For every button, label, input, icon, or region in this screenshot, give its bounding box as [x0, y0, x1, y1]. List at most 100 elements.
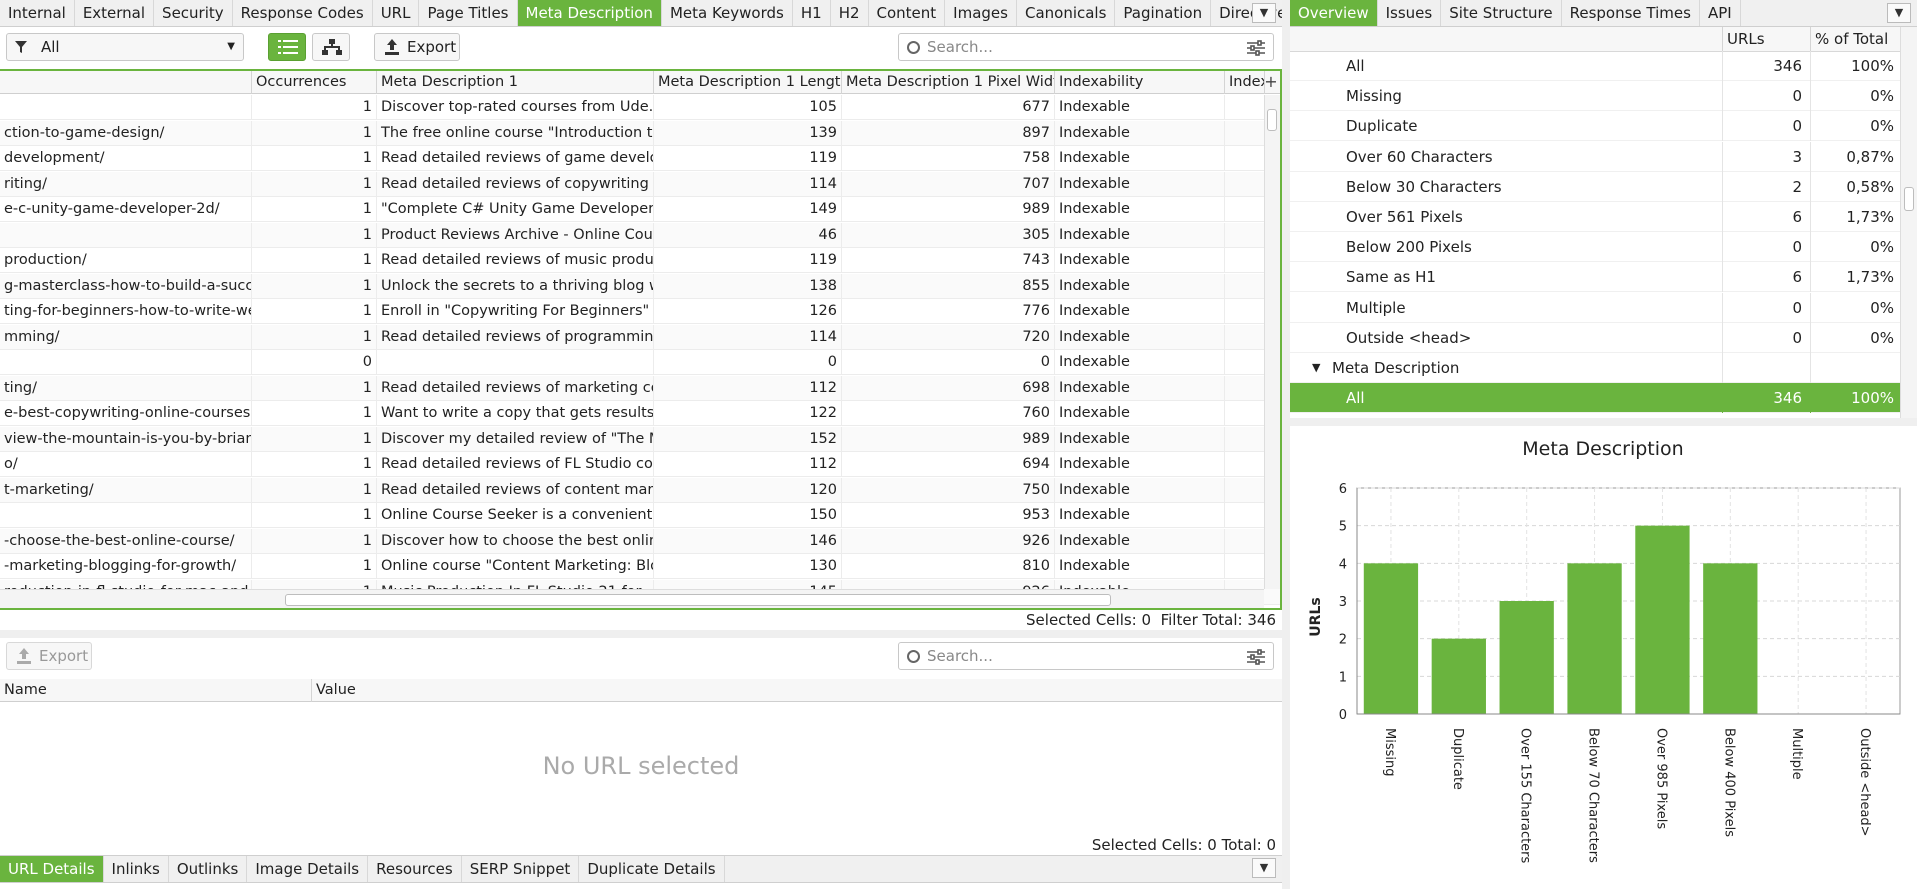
right-tabs-overflow-button[interactable]: ▼	[1887, 3, 1911, 23]
table-row[interactable]: production/1 Read detailed reviews of mus…	[0, 248, 1280, 273]
details-export-button[interactable]: Export	[6, 642, 92, 670]
tab-response-codes[interactable]: Response Codes	[233, 0, 373, 26]
overview-label: Below 30 Characters	[1346, 177, 1502, 196]
col-header-percent[interactable]: % of Total	[1810, 27, 1900, 52]
table-vertical-scrollbar[interactable]	[1264, 95, 1280, 589]
tab-meta-keywords[interactable]: Meta Keywords	[662, 0, 793, 26]
table-row[interactable]: ction-to-game-design/1 The free online co…	[0, 120, 1280, 146]
chart-bar-missing[interactable]	[1363, 563, 1419, 714]
right-tab-response-times[interactable]: Response Times	[1562, 0, 1700, 26]
col-header-indexability[interactable]: Indexability	[1055, 71, 1225, 94]
vertical-splitter[interactable]	[1282, 0, 1290, 889]
table-row[interactable]: mming/1 Read detailed reviews of programm…	[0, 324, 1280, 350]
chart-bar-over-155-characters[interactable]	[1499, 601, 1554, 714]
bottom-tab-url-details[interactable]: URL Details	[0, 856, 104, 882]
table-row[interactable]: -choose-the-best-online-course/1 Discover…	[0, 528, 1280, 554]
tab-security[interactable]: Security	[154, 0, 233, 26]
table-row[interactable]: riting/1 Read detailed reviews of copywri…	[0, 171, 1280, 197]
bottom-tab-resources[interactable]: Resources	[368, 856, 462, 882]
col-header-pixel-width[interactable]: Meta Description 1 Pixel Width	[842, 71, 1055, 94]
bottom-tabs-overflow-button[interactable]: ▼	[1252, 858, 1276, 878]
table-row[interactable]: 1 Discover top-rated courses from Ude... 1…	[0, 95, 1280, 120]
collapse-triangle-icon[interactable]: ▼	[1312, 353, 1320, 383]
tab-meta-description[interactable]: Meta Description	[517, 0, 662, 26]
horizontal-scroll-thumb[interactable]	[285, 594, 1111, 606]
table-row[interactable]: ting-for-beginners-how-to-write-we... 1 En…	[0, 299, 1280, 324]
table-row[interactable]: view-the-mountain-is-you-by-briann... 1 Di…	[0, 426, 1280, 452]
overview-row-below-30-characters[interactable]: Below 30 Characters 2 0,58%	[1290, 171, 1900, 202]
overview-row-selected-all[interactable]: All 346 100%	[1290, 383, 1900, 414]
address-cell: e-best-copywriting-online-courses-...	[0, 401, 252, 426]
tab-content[interactable]: Content	[869, 0, 946, 26]
tab-h1[interactable]: H1	[793, 0, 831, 26]
overview-row-duplicate[interactable]: Duplicate 0 0%	[1290, 111, 1900, 142]
details-search-input[interactable]: Search...	[898, 642, 1274, 670]
col-header-value[interactable]: Value	[312, 679, 1282, 702]
table-row[interactable]: o/1 Read detailed reviews of FL Studio co…	[0, 452, 1280, 477]
vertical-scroll-thumb[interactable]	[1267, 109, 1277, 131]
bottom-tab-duplicate-details[interactable]: Duplicate Details	[579, 856, 725, 882]
table-search-input[interactable]: Search...	[898, 33, 1274, 61]
col-header-length[interactable]: Meta Description 1 Length	[654, 71, 842, 94]
tab-pagination[interactable]: Pagination	[1115, 0, 1212, 26]
bottom-tab-outlinks[interactable]: Outlinks	[169, 856, 248, 882]
filter-dropdown[interactable]: All ▼	[6, 33, 244, 61]
list-view-button[interactable]	[268, 33, 306, 61]
table-row[interactable]: ting/1 Read detailed reviews of marketing…	[0, 375, 1280, 401]
right-tab-issues[interactable]: Issues	[1378, 0, 1442, 26]
horizontal-splitter[interactable]	[0, 630, 1282, 638]
overview-row-below-200-pixels[interactable]: Below 200 Pixels 0 0%	[1290, 232, 1900, 263]
chart-bar-below-400-pixels[interactable]	[1703, 563, 1758, 714]
col-header-address[interactable]	[0, 71, 252, 94]
col-header-occurrences[interactable]: Occurrences	[252, 71, 377, 94]
overview-group-meta-description[interactable]: ▼ Meta Description	[1290, 353, 1900, 383]
col-header-meta-description[interactable]: Meta Description 1	[377, 71, 654, 94]
col-header-index-status[interactable]: Index	[1225, 71, 1265, 94]
tab-canonicals[interactable]: Canonicals	[1017, 0, 1116, 26]
bottom-tab-serp-snippet[interactable]: SERP Snippet	[462, 856, 580, 882]
add-column-icon[interactable]: +	[1262, 71, 1280, 94]
table-horizontal-scrollbar[interactable]	[0, 589, 1264, 608]
right-tab-overview[interactable]: Overview	[1290, 0, 1378, 26]
chart-bar-below-70-characters[interactable]	[1567, 563, 1622, 714]
tab-h2[interactable]: H2	[831, 0, 869, 26]
col-header-urls[interactable]: URLs	[1722, 27, 1810, 52]
right-tab-site-structure[interactable]: Site Structure	[1441, 0, 1562, 26]
col-header-name[interactable]: Name	[0, 679, 312, 702]
overview-row-outside-head[interactable]: Outside <head> 0 0%	[1290, 322, 1900, 353]
table-row[interactable]: 1 Product Reviews Archive - Online Cour..…	[0, 222, 1280, 248]
tab-external[interactable]: External	[75, 0, 155, 26]
bottom-tab-image-details[interactable]: Image Details	[247, 856, 369, 882]
chart-bar-over-985-pixels[interactable]	[1635, 525, 1690, 714]
tab-images[interactable]: Images	[945, 0, 1017, 26]
tab-internal[interactable]: Internal	[0, 0, 75, 26]
bottom-tab-inlinks[interactable]: Inlinks	[104, 856, 169, 882]
overview-row-over-561-pixels[interactable]: Over 561 Pixels 6 1,73%	[1290, 202, 1900, 232]
overview-row-multiple[interactable]: Multiple 0 0%	[1290, 292, 1900, 323]
overview-scroll-thumb[interactable]	[1904, 187, 1914, 211]
chart-bar-duplicate[interactable]	[1431, 638, 1486, 714]
tabs-overflow-button[interactable]: ▼	[1252, 3, 1276, 23]
search-options-icon[interactable]	[1247, 649, 1265, 665]
tree-view-button[interactable]	[312, 33, 350, 61]
search-options-icon[interactable]	[1247, 40, 1265, 56]
tab-page-titles[interactable]: Page Titles	[419, 0, 518, 26]
overview-row-all[interactable]: All 346 100%	[1290, 51, 1900, 81]
export-button[interactable]: Export	[374, 33, 460, 61]
table-row[interactable]: 0 0 0 Indexable	[0, 350, 1280, 375]
table-row[interactable]: development/1 Read detailed reviews of ga…	[0, 146, 1280, 171]
right-tab-api[interactable]: API	[1700, 0, 1741, 26]
overview-row-same-as-h1[interactable]: Same as H1 6 1,73%	[1290, 262, 1900, 293]
right-splitter[interactable]	[1290, 418, 1917, 426]
table-row[interactable]: 1 Online Course Seeker is a convenient ..…	[0, 503, 1280, 528]
overview-row-missing[interactable]: Missing 0 0%	[1290, 81, 1900, 112]
overview-row-over-60-characters[interactable]: Over 60 Characters 3 0,87%	[1290, 141, 1900, 172]
pixel-width-cell: 677	[842, 95, 1055, 120]
tab-url[interactable]: URL	[373, 0, 420, 26]
table-row[interactable]: -marketing-blogging-for-growth/1 Online c…	[0, 554, 1280, 579]
table-row[interactable]: e-best-copywriting-online-courses-... 1 Wa…	[0, 401, 1280, 426]
table-row[interactable]: e-c-unity-game-developer-2d/1 "Complete C…	[0, 197, 1280, 222]
table-row[interactable]: g-masterclass-how-to-build-a-succe... 1 Un…	[0, 273, 1280, 299]
overview-scrollbar[interactable]	[1900, 27, 1917, 418]
table-row[interactable]: t-marketing/1 Read detailed reviews of co…	[0, 477, 1280, 503]
